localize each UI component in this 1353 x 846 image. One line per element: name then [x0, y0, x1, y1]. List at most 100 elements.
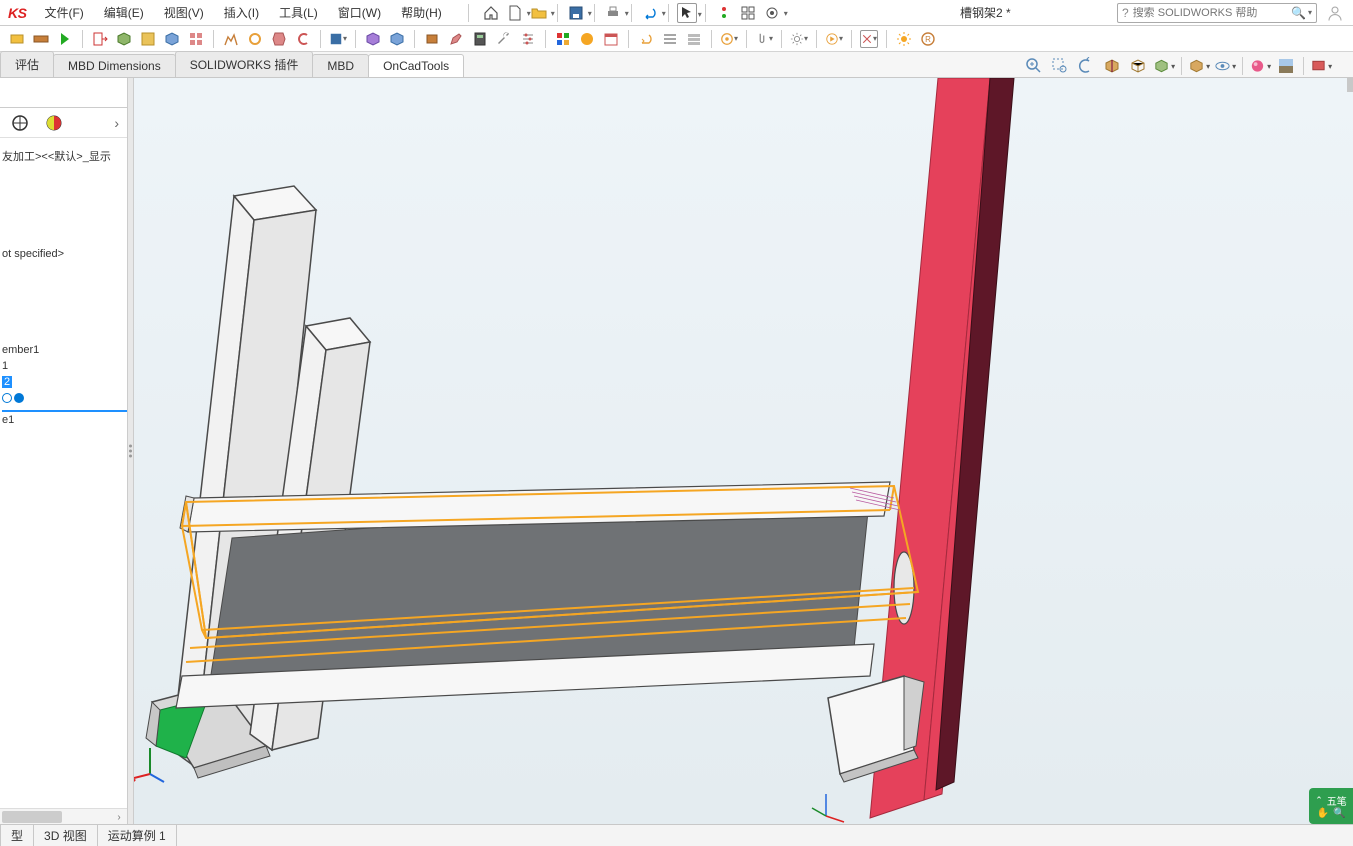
tb-blue-box-icon[interactable] — [388, 30, 406, 48]
tb-grid-icon[interactable] — [187, 30, 205, 48]
tb-wrench-icon[interactable] — [495, 30, 513, 48]
display-style-icon[interactable]: ▾ — [1188, 55, 1210, 77]
tree-not-specified[interactable]: ot specified> — [2, 246, 127, 262]
tb-target-icon[interactable]: ▾ — [720, 30, 738, 48]
tb-play-icon[interactable]: ▾ — [825, 30, 843, 48]
separator — [545, 30, 546, 48]
feature-tree[interactable]: 友加工><<默认>_显示 ot specified> ember1 1 2 e1 — [0, 138, 127, 808]
tb-calc-icon[interactable] — [471, 30, 489, 48]
tab-motion[interactable]: 运动算例 1 — [98, 825, 177, 846]
menu-help[interactable]: 帮助(H) — [391, 4, 452, 21]
open-icon[interactable]: ▾ — [529, 3, 549, 23]
secondary-triad — [812, 794, 844, 822]
select-icon[interactable]: ▾ — [677, 3, 697, 23]
section-view-icon[interactable] — [1101, 55, 1123, 77]
tb-brush-icon[interactable] — [447, 30, 465, 48]
menu-edit[interactable]: 编辑(E) — [94, 4, 154, 21]
tb-box-icon[interactable] — [8, 30, 26, 48]
tree-member[interactable]: ember1 — [2, 342, 127, 358]
menu-file[interactable]: 文件(F) — [34, 4, 93, 21]
search-box[interactable]: ? 🔍 ▾ — [1117, 3, 1317, 23]
zoom-fit-icon[interactable] — [1023, 55, 1045, 77]
tb-hex-icon[interactable] — [270, 30, 288, 48]
orient-icon[interactable]: ▾ — [1153, 55, 1175, 77]
undo-icon[interactable]: ▾ — [640, 3, 660, 23]
tb-part-icon[interactable] — [115, 30, 133, 48]
help-q-icon: ? — [1122, 6, 1129, 20]
separator — [746, 30, 747, 48]
appearance-icon[interactable]: ▾ — [1249, 55, 1271, 77]
scene-icon[interactable] — [1275, 55, 1297, 77]
separator — [557, 4, 558, 22]
tb-part2-icon[interactable] — [163, 30, 181, 48]
view-settings-icon[interactable]: ▾ — [1310, 55, 1332, 77]
section-view2-icon[interactable] — [1127, 55, 1149, 77]
panel-expand-icon[interactable]: › — [114, 115, 119, 131]
tb-exit-icon[interactable] — [91, 30, 109, 48]
tb-palette-icon[interactable] — [554, 30, 572, 48]
tb-stats-icon[interactable] — [222, 30, 240, 48]
tb-pkg-icon[interactable] — [423, 30, 441, 48]
tab-oncadtools[interactable]: OnCadTools — [368, 54, 464, 77]
tb-reg-icon[interactable]: R — [919, 30, 937, 48]
tb-stack-icon[interactable] — [685, 30, 703, 48]
print-icon[interactable]: ▾ — [603, 3, 623, 23]
menu-window[interactable]: 窗口(W) — [328, 4, 391, 21]
tb-clip-icon[interactable]: ▾ — [755, 30, 773, 48]
tab-model[interactable]: 型 — [0, 825, 34, 846]
appearance-tab[interactable] — [42, 111, 66, 135]
menu-bar: KS 文件(F) 编辑(E) 视图(V) 插入(I) 工具(L) 窗口(W) 帮… — [0, 0, 1353, 26]
tb-gear2-icon[interactable]: ▾ — [790, 30, 808, 48]
ime-badge[interactable]: ⌃五笔 ✋🔍 — [1309, 788, 1353, 824]
user-icon[interactable] — [1323, 1, 1347, 25]
rebuild-icon[interactable] — [738, 3, 758, 23]
view-toolbar: ▾ ▾ ▾ ▾ ▾ — [1023, 55, 1332, 77]
hide-show-icon[interactable]: ▾ — [1214, 55, 1236, 77]
tb-ring-icon[interactable] — [246, 30, 264, 48]
tab-sw-addins[interactable]: SOLIDWORKS 插件 — [175, 51, 314, 77]
tb-undo2-icon[interactable] — [637, 30, 655, 48]
home-icon[interactable] — [481, 3, 501, 23]
traffic-light-icon[interactable] — [714, 3, 734, 23]
tb-slider-icon[interactable] — [519, 30, 537, 48]
tb-sun-icon[interactable] — [895, 30, 913, 48]
tb-calendar-icon[interactable] — [602, 30, 620, 48]
separator — [355, 30, 356, 48]
tree-hscrollbar[interactable]: ‹ › — [0, 808, 127, 824]
tree-item-2[interactable]: 2 — [2, 374, 127, 390]
tb-brick-icon[interactable] — [32, 30, 50, 48]
tree-item-1[interactable]: 1 — [2, 358, 127, 374]
tb-green-arrow-icon[interactable] — [56, 30, 74, 48]
search-input[interactable] — [1133, 7, 1291, 19]
tab-3d-view[interactable]: 3D 视图 — [34, 825, 98, 846]
pin-icon[interactable] — [452, 6, 464, 20]
tb-color-icon[interactable]: ▾ — [329, 30, 347, 48]
zoom-area-icon[interactable] — [1049, 55, 1071, 77]
tab-mbd-dimensions[interactable]: MBD Dimensions — [53, 54, 176, 77]
tree-circles[interactable] — [2, 390, 127, 406]
tb-form-icon[interactable] — [139, 30, 157, 48]
search-dropdown-icon[interactable]: ▾ — [1308, 8, 1312, 17]
3d-viewport[interactable] — [134, 78, 1353, 824]
menu-insert[interactable]: 插入(I) — [214, 4, 269, 21]
prev-view-icon[interactable] — [1075, 55, 1097, 77]
new-icon[interactable]: ▾ — [505, 3, 525, 23]
tab-evaluate[interactable]: 评估 — [0, 51, 54, 77]
feature-tree-tab[interactable] — [8, 111, 32, 135]
tree-selected[interactable]: e1 — [2, 410, 127, 428]
tb-list-icon[interactable] — [661, 30, 679, 48]
menu-tools[interactable]: 工具(L) — [269, 4, 328, 21]
task-pane-handle[interactable] — [1347, 78, 1353, 92]
tab-mbd[interactable]: MBD — [312, 54, 369, 77]
scroll-right-icon[interactable]: › — [113, 811, 125, 823]
tb-purple-box-icon[interactable] — [364, 30, 382, 48]
menu-view[interactable]: 视图(V) — [154, 4, 214, 21]
tb-cross-icon[interactable]: ▾ — [860, 30, 878, 48]
save-icon[interactable]: ▾ — [566, 3, 586, 23]
tb-orange-icon[interactable] — [578, 30, 596, 48]
scroll-thumb[interactable] — [2, 811, 62, 823]
tree-root[interactable]: 友加工><<默认>_显示 — [2, 146, 127, 166]
options-icon[interactable]: ▾ — [762, 3, 782, 23]
search-icon[interactable]: 🔍 — [1291, 6, 1306, 20]
tb-c-icon[interactable] — [294, 30, 312, 48]
